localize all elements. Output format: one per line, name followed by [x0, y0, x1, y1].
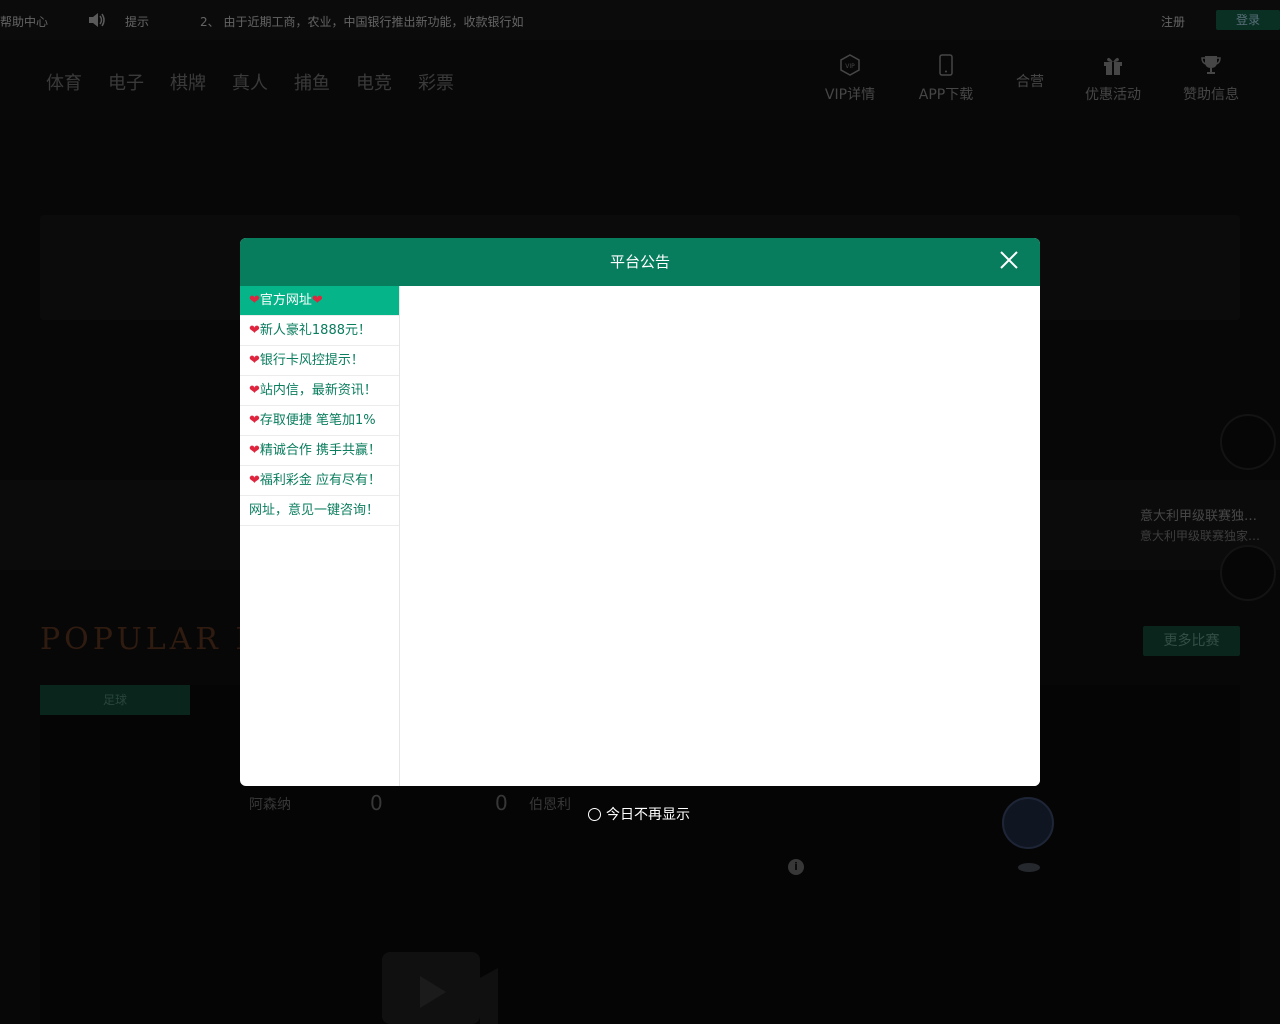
list-item[interactable]: ❤官方网址❤ — [240, 286, 399, 316]
list-item-label: 银行卡风控提示！ — [259, 353, 364, 368]
dont-show-today-label: 今日不再显示 — [606, 807, 690, 823]
list-item[interactable]: ❤银行卡风控提示！ — [240, 346, 399, 376]
list-item[interactable]: ❤精诚合作 携手共赢！ — [240, 436, 399, 466]
radio-circle-icon[interactable] — [588, 807, 601, 821]
list-item[interactable]: ❤存取便捷 笔笔加1% — [240, 406, 399, 436]
list-item-label: 站内信，最新资讯！ — [259, 383, 377, 398]
heart-icon: ❤ — [249, 413, 260, 428]
heart-icon: ❤ — [249, 443, 260, 458]
list-item-label: 福利彩金 应有尽有！ — [259, 473, 382, 488]
announcement-list: ❤官方网址❤ ❤新人豪礼1888元！ ❤银行卡风控提示！ ❤站内信，最新资讯！ … — [240, 286, 400, 786]
list-item-label: 新人豪礼1888元！ — [259, 323, 371, 338]
modal-title: 平台公告 — [609, 253, 670, 271]
heart-icon: ❤ — [249, 473, 260, 488]
heart-icon: ❤ — [249, 383, 260, 398]
heart-icon: ❤ — [249, 323, 260, 338]
heart-icon: ❤ — [249, 353, 260, 368]
dont-show-today-toggle[interactable]: 今日不再显示 — [588, 804, 690, 824]
list-item[interactable]: 网址，意见一键咨询！ — [240, 496, 399, 526]
list-item-label: 存取便捷 笔笔加1% — [259, 413, 376, 428]
list-item-label: 精诚合作 携手共赢！ — [259, 443, 382, 458]
list-item[interactable]: ❤新人豪礼1888元！ — [240, 316, 399, 346]
heart-icon: ❤ — [249, 293, 260, 308]
announcement-content — [400, 286, 1040, 786]
list-item-label: 官方网址 — [259, 293, 312, 308]
modal-header: 平台公告 — [240, 238, 1040, 286]
list-item-label: 网址，意见一键咨询！ — [249, 503, 380, 518]
list-item[interactable]: ❤站内信，最新资讯！ — [240, 376, 399, 406]
heart-icon: ❤ — [311, 293, 323, 308]
list-item[interactable]: ❤福利彩金 应有尽有！ — [240, 466, 399, 496]
announcement-modal: 平台公告 ❤官方网址❤ ❤新人豪礼1888元！ ❤银行卡风控提示！ ❤站内信，最… — [240, 238, 1040, 786]
close-icon[interactable] — [998, 249, 1020, 271]
